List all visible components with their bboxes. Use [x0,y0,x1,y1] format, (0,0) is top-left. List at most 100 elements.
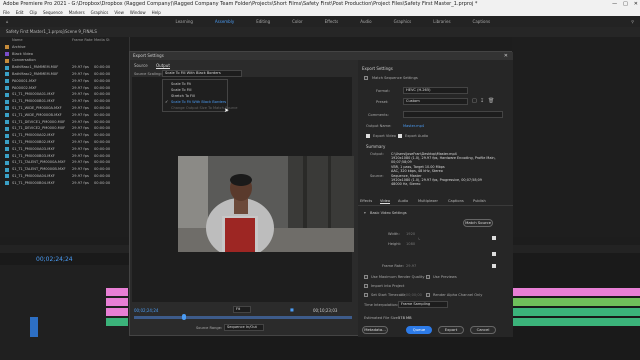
project-list-item[interactable]: S1_T1_WIDE_PM0000A.MXF 29.97 fps 00:00:00 [0,105,129,112]
frame-rate-match-checkbox[interactable] [492,264,496,268]
menu-markers[interactable]: Markers [69,9,85,16]
project-list-item[interactable]: S1_T1_DEVICE2_PM0000.MXF 29.97 fps 00:00:0… [0,125,129,132]
project-list-item[interactable]: S1_T1_PM0000A04.MXF 29.97 fps 00:00:00 [0,173,129,180]
cancel-button[interactable]: Cancel [470,326,496,334]
project-list-item[interactable]: BathMasc1_PAMMEM.MXF 29.97 fps 00:00:00 [0,64,129,71]
project-list-item[interactable]: S1_T1_PM0000A03.MXF 29.97 fps 00:00:00 [0,146,129,153]
workspace-learning[interactable]: Learning [165,19,204,24]
width-value[interactable]: 1920 [406,232,415,236]
project-list-item[interactable]: PA00002.MXF 29.97 fps 00:00:00 [0,85,129,92]
source-range-dropdown[interactable]: Sequence In/Out [224,324,264,331]
project-list-item[interactable]: S1_T1_PM0000A01.MXF 29.97 fps 00:00:00 [0,91,129,98]
track-target-toggle[interactable] [30,317,38,337]
project-list-item[interactable]: S1_T1_TALENT_PM0000A.MXF 29.97 fps 00:00:0… [0,159,129,166]
max-render-checkbox[interactable] [364,275,368,279]
start-timecode-checkbox[interactable] [364,293,368,297]
render-alpha-checkbox[interactable] [426,293,430,297]
project-list-item[interactable]: PA00001.MXF 29.97 fps 00:00:00 [0,78,129,85]
import-preset-icon[interactable]: ↧ [480,98,484,104]
tab-captions[interactable]: Captions [448,199,464,203]
basic-video-settings-heading[interactable]: Basic Video Settings [370,211,407,215]
playhead-handle[interactable] [182,314,186,320]
save-preset-icon[interactable]: □ [472,98,477,104]
menu-file[interactable]: File [3,9,10,16]
frame-rate-value[interactable]: 29.97 [406,264,416,268]
dialog-close-icon[interactable]: ✕ [504,52,508,60]
tab-audio[interactable]: Audio [398,199,408,203]
workspace-color[interactable]: Color [281,19,313,24]
zoom-fit-dropdown[interactable]: Fit [233,306,251,313]
timeline-clip[interactable] [512,288,640,296]
project-list-item[interactable]: S1_T1_PM0000B01.MXF 29.97 fps 00:00:00 [0,98,129,105]
workspace-effects[interactable]: Effects [314,19,350,24]
scaling-option-fill[interactable]: Scale To Fill [171,88,192,92]
project-list-item[interactable]: Archive [0,44,129,51]
project-list-item[interactable]: BathMasc2_PAMMEM.MXF 29.97 fps 00:00:00 [0,71,129,78]
delete-preset-icon[interactable]: 🗑 [488,98,494,104]
height-value[interactable]: 1080 [406,242,415,246]
height-match-checkbox[interactable] [492,252,496,256]
workspace-libraries[interactable]: Libraries [422,19,461,24]
import-project-checkbox[interactable] [364,284,368,288]
column-header-name[interactable]: Name [12,37,72,44]
export-video-checkbox[interactable] [366,134,370,138]
use-previews-checkbox[interactable] [426,275,430,279]
timeline-audio-clip[interactable] [512,318,640,326]
project-list-item[interactable]: Black Video [0,51,129,58]
menu-help[interactable]: Help [152,9,161,16]
menu-view[interactable]: View [114,9,124,16]
timeline-clip[interactable] [512,298,640,306]
tab-video[interactable]: Video [380,199,391,204]
output-name-link[interactable]: Master.mp4 [403,124,424,128]
export-audio-checkbox[interactable] [398,134,402,138]
project-list-item[interactable]: S1_T1_TALENT_PM0000B.MXF 29.97 fps 00:00:0… [0,166,129,173]
timeline-audio-clip[interactable] [106,318,128,326]
scaling-option-fit[interactable]: Scale To Fit [171,82,191,86]
workspace-audio[interactable]: Audio [349,19,382,24]
time-interpolation-dropdown[interactable]: Frame Sampling [398,301,448,308]
in-out-icon[interactable]: ■ [290,307,294,312]
project-list-item[interactable]: S1_T1_PM0000A02.MXF 29.97 fps 00:00:00 [0,132,129,139]
menu-clip[interactable]: Clip [29,9,37,16]
menu-edit[interactable]: Edit [16,9,24,16]
menu-graphics[interactable]: Graphics [91,9,109,16]
workspace-graphics[interactable]: Graphics [383,19,423,24]
start-timecode-value[interactable]: 00;00;00;00 [400,293,422,297]
timeline-clip[interactable] [106,298,128,306]
project-list-item[interactable]: S1_T1_PM0000B04.MXF 29.97 fps 00:00:00 [0,180,129,187]
home-icon[interactable]: ⌂ [0,19,15,24]
project-list-item[interactable]: S1_T1_PM0000B03.MXF 29.97 fps 00:00:00 [0,153,129,160]
width-match-checkbox[interactable] [492,236,496,240]
comments-input[interactable] [403,111,503,118]
link-icon[interactable]: ⌞ [418,235,420,241]
source-scaling-dropdown[interactable]: Scale To Fill With Black Borders [162,70,242,77]
project-list-item[interactable]: S1_T1_PM0000B02.MXF 29.97 fps 00:00:00 [0,139,129,146]
match-source-button[interactable]: Match Source [463,219,493,227]
workspace-assembly[interactable]: Assembly [204,19,245,24]
column-header-media-start[interactable]: Media St [94,37,124,44]
project-list-item[interactable]: S1_T1_WIDE_PM0000B.MXF 29.97 fps 00:00:00 [0,112,129,119]
tab-multiplexer[interactable]: Multiplexer [418,199,438,203]
export-button[interactable]: Export [438,326,464,334]
maximize-icon[interactable]: □ [623,0,628,9]
timeline-clip[interactable] [106,308,128,316]
timeline-clip[interactable] [106,288,128,296]
minimize-icon[interactable]: — [612,0,617,9]
tab-output[interactable]: Output [156,63,170,69]
search-icon[interactable]: ⚲ [631,19,640,24]
source-range-bar[interactable] [134,316,352,319]
column-header-frame-rate[interactable]: Frame Rate [72,37,94,44]
tab-effects[interactable]: Effects [360,199,372,203]
project-list-item[interactable]: S1_T1_DEVICE1_PM0000.MXF 29.97 fps 00:00:0… [0,119,129,126]
project-list-item[interactable]: Conversation [0,57,129,64]
timeline-audio-clip[interactable] [512,308,640,316]
queue-button[interactable]: Queue [406,326,432,334]
preset-dropdown[interactable]: Custom [403,98,468,105]
workspace-editing[interactable]: Editing [245,19,281,24]
close-icon[interactable]: ✕ [634,0,638,9]
menu-window[interactable]: Window [130,9,146,16]
timeline-timecode[interactable]: 00;02;24;24 [36,256,73,263]
preview-timecode-in[interactable]: 00;02;24;24 [134,308,158,313]
tab-source[interactable]: Source [134,63,148,68]
metadata-button[interactable]: Metadata... [362,326,388,334]
